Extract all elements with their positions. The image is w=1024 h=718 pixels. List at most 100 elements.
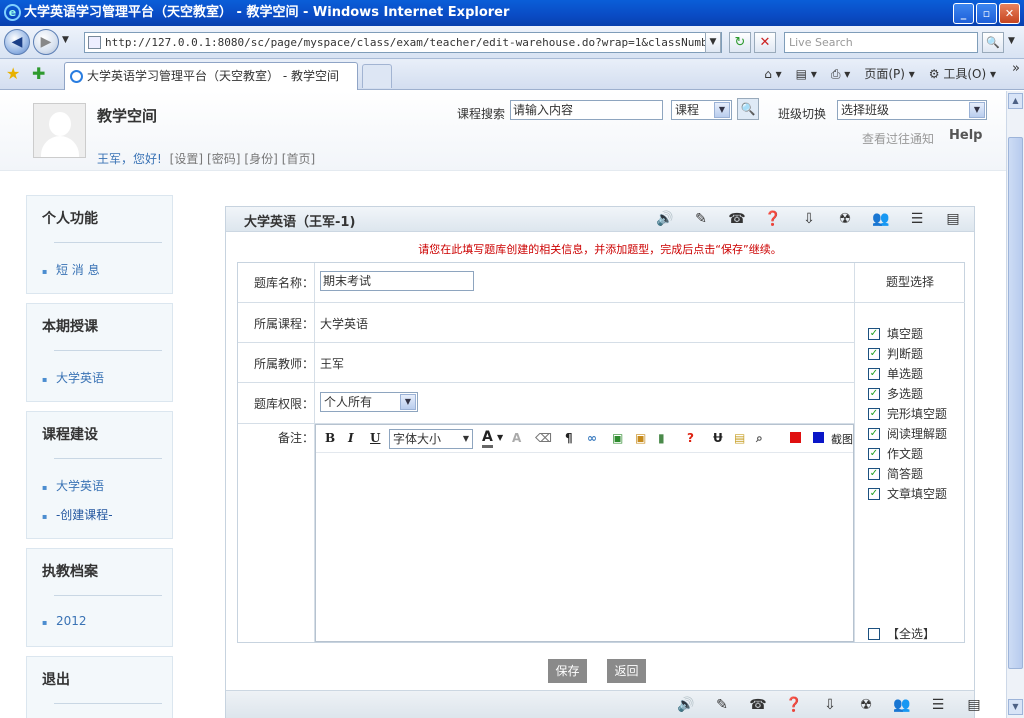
ie-logo-icon: e xyxy=(4,4,21,21)
tab-current[interactable]: 大学英语学习管理平台（天空教室） - 教学空间 xyxy=(64,62,358,90)
history-dropdown-icon[interactable]: ▼ xyxy=(62,35,69,45)
home-button[interactable]: ⌂ ▾ xyxy=(764,64,781,84)
page-menu[interactable]: 页面(P) ▾ xyxy=(864,64,914,84)
past-notices-link[interactable]: 查看过往通知 xyxy=(862,130,934,147)
eraser-icon[interactable]: ⌫ xyxy=(535,431,552,445)
back-button[interactable]: ◀ xyxy=(4,29,30,55)
sidebar-item-messages[interactable]: 短 消 息 xyxy=(27,261,172,278)
media-icon[interactable]: ▮ xyxy=(658,431,665,445)
settings-link[interactable]: [设置] xyxy=(170,152,203,166)
bold-button[interactable]: B xyxy=(325,431,335,445)
sidebar-item-english[interactable]: 大学英语 xyxy=(27,477,172,494)
scroll-down-icon[interactable]: ▼ xyxy=(1008,699,1023,715)
type-checkbox-single[interactable]: ✓ 单选题 xyxy=(868,365,923,382)
toolbar-overflow-icon[interactable]: » xyxy=(1012,61,1020,76)
password-link[interactable]: [密码] xyxy=(207,152,240,166)
stop-button[interactable]: ✕ xyxy=(754,32,776,53)
list-icon[interactable]: ☰ xyxy=(927,696,949,714)
name-input[interactable]: 期末考试 xyxy=(320,271,474,291)
red-color-icon[interactable] xyxy=(790,432,801,443)
sidebar-item-create-course[interactable]: -创建课程- xyxy=(27,506,172,523)
class-select-value: 选择班级 xyxy=(841,103,890,117)
font-size-select[interactable]: 字体大小 ▼ xyxy=(389,429,473,449)
checkbox-icon: ✓ xyxy=(868,347,880,360)
type-checkbox-short[interactable]: ✓ 简答题 xyxy=(868,465,923,482)
phone-icon[interactable]: ☎ xyxy=(747,696,769,714)
edit-icon[interactable]: ✎ xyxy=(711,696,733,714)
phone-icon[interactable]: ☎ xyxy=(726,210,748,228)
editor-textarea[interactable] xyxy=(316,454,853,641)
live-search-input[interactable]: Live Search xyxy=(784,32,978,53)
refresh-button[interactable]: ↻ xyxy=(729,32,751,53)
help-icon[interactable]: ? xyxy=(687,431,694,445)
sidebar-item-english[interactable]: 大学英语 xyxy=(27,369,172,386)
help-icon[interactable]: ❓ xyxy=(762,210,784,228)
class-select[interactable]: 选择班级 ▼ xyxy=(837,100,987,120)
print-button[interactable]: ⎙ ▾ xyxy=(831,64,850,84)
paragraph-icon[interactable]: ¶ xyxy=(565,431,573,445)
radiation-icon[interactable]: ☢ xyxy=(834,210,856,228)
home-link[interactable]: [首页] xyxy=(282,152,315,166)
type-checkbox-judge[interactable]: ✓ 判断题 xyxy=(868,345,923,362)
book-icon[interactable]: ▤ xyxy=(942,210,964,228)
permission-select[interactable]: 个人所有 ▼ xyxy=(320,392,418,412)
users-icon[interactable]: 👥 xyxy=(870,210,892,228)
screenshot-button[interactable]: 截图 xyxy=(831,431,853,447)
zoom-icon[interactable]: ⌕ xyxy=(756,431,763,446)
add-favorite-icon[interactable]: ✚ xyxy=(32,64,45,83)
underline-button[interactable]: U xyxy=(370,431,380,445)
search-icon[interactable]: 🔍 xyxy=(737,98,759,120)
close-button[interactable]: ✕ xyxy=(999,3,1020,24)
url-dropdown-icon[interactable]: ▼ xyxy=(705,32,721,53)
image-icon[interactable]: ▣ xyxy=(612,431,623,445)
help-icon[interactable]: ❓ xyxy=(783,696,805,714)
blue-color-icon[interactable] xyxy=(813,432,824,443)
course-type-select[interactable]: 课程 ▼ xyxy=(671,100,732,120)
help-link[interactable]: Help xyxy=(949,128,982,143)
download-icon[interactable]: ⇩ xyxy=(798,210,820,228)
type-checkbox-fill[interactable]: ✓ 填空题 xyxy=(868,325,923,342)
font-color-button[interactable]: A xyxy=(482,429,493,448)
forward-button[interactable]: ▶ xyxy=(33,29,59,55)
feeds-button[interactable]: ▤ ▾ xyxy=(796,64,817,84)
course-search-input[interactable]: 请输入内容 xyxy=(510,100,663,120)
download-icon[interactable]: ⇩ xyxy=(819,696,841,714)
back-button[interactable]: 返回 xyxy=(607,659,646,683)
tools-menu[interactable]: ⚙ 工具(O) ▾ xyxy=(929,64,996,84)
chevron-down-icon[interactable]: ▼ xyxy=(497,433,503,442)
type-checkbox-cloze[interactable]: ✓ 完形填空题 xyxy=(868,405,947,422)
type-checkbox-multiple[interactable]: ✓ 多选题 xyxy=(868,385,923,402)
maximize-button[interactable]: ▫ xyxy=(976,3,997,24)
picture-icon[interactable]: ▣ xyxy=(635,431,646,445)
users-icon[interactable]: 👥 xyxy=(891,696,913,714)
type-checkbox-essay[interactable]: ✓ 作文题 xyxy=(868,445,923,462)
highlight-icon[interactable]: A xyxy=(512,431,521,445)
italic-button[interactable]: I xyxy=(348,431,354,445)
type-checkbox-article-fill[interactable]: ✓ 文章填空题 xyxy=(868,485,947,502)
favorites-star-icon[interactable]: ★ xyxy=(6,64,20,83)
speaker-icon[interactable]: 🔊 xyxy=(654,210,676,228)
radiation-icon[interactable]: ☢ xyxy=(855,696,877,714)
edit-icon[interactable]: ✎ xyxy=(690,210,712,228)
url-input[interactable]: http://127.0.0.1:8080/sc/page/myspace/cl… xyxy=(84,32,722,53)
speaker-icon[interactable]: 🔊 xyxy=(675,696,697,714)
search-go-button[interactable]: 🔍 xyxy=(982,32,1004,53)
editor-toolbar: B I U 字体大小 ▼ A ▼ A ⌫ ¶ ∞ ▣ ▣ ▮ ? Ʉ ▤ ⌕ 截… xyxy=(316,425,853,453)
vertical-scrollbar[interactable]: ▲ ▼ xyxy=(1006,91,1024,718)
identity-link[interactable]: [身份] xyxy=(244,152,277,166)
search-options-icon[interactable]: ▼ xyxy=(1008,36,1015,46)
select-all-checkbox[interactable]: 【全选】 xyxy=(868,625,935,642)
logout-link[interactable]: 退出 xyxy=(27,657,172,703)
scrollbar-thumb[interactable] xyxy=(1008,137,1023,669)
book-icon[interactable]: ▤ xyxy=(963,696,985,714)
link-icon[interactable]: ∞ xyxy=(587,431,597,445)
minimize-button[interactable]: _ xyxy=(953,3,974,24)
save-button[interactable]: 保存 xyxy=(548,659,587,683)
paste-icon[interactable]: ▤ xyxy=(734,431,745,445)
list-icon[interactable]: ☰ xyxy=(906,210,928,228)
new-tab-button[interactable] xyxy=(362,64,392,88)
strike-icon[interactable]: Ʉ xyxy=(713,431,723,445)
sidebar-item-2012[interactable]: 2012 xyxy=(27,614,172,628)
type-checkbox-reading[interactable]: ✓ 阅读理解题 xyxy=(868,425,947,442)
scroll-up-icon[interactable]: ▲ xyxy=(1008,93,1023,109)
